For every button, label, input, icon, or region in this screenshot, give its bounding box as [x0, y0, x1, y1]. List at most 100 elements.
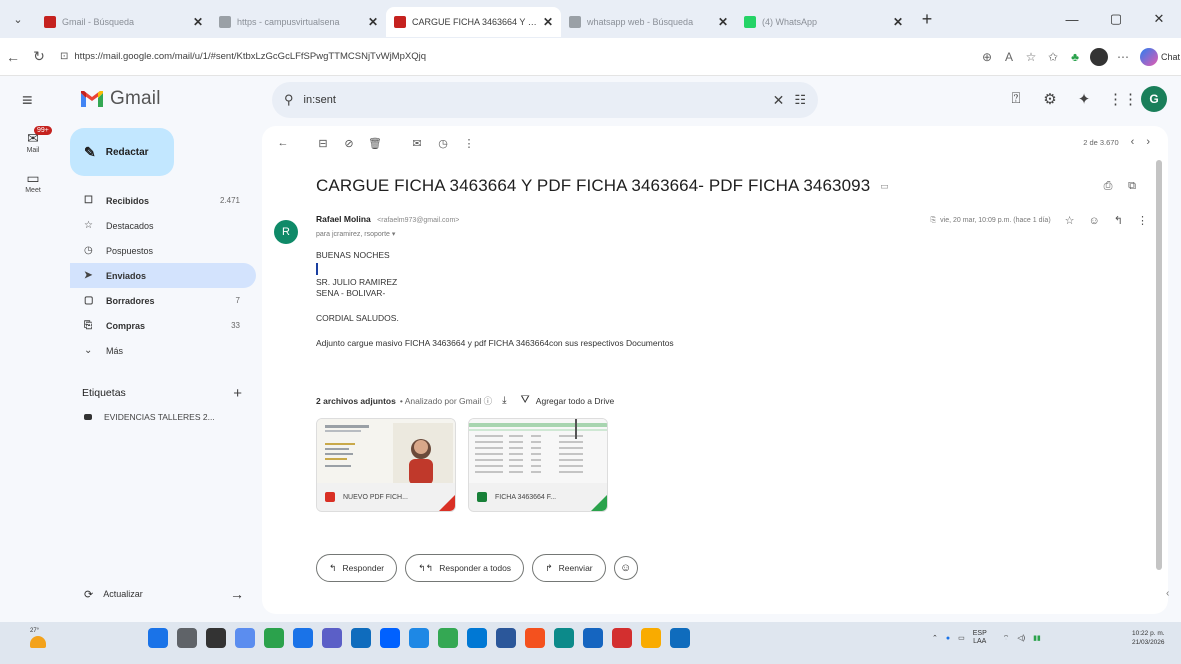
tray-expand-icon[interactable]: ⌃ [932, 634, 938, 642]
delete-icon[interactable]: 🗑︎ [362, 137, 388, 150]
chrome-icon[interactable] [438, 628, 458, 648]
maximize-icon[interactable]: ▢ [1094, 0, 1138, 38]
edge-icon[interactable] [554, 628, 574, 648]
search-icon[interactable]: ⚲ [284, 92, 294, 108]
rail-item-meet[interactable]: ▭ Meet [0, 170, 66, 194]
emoji-reaction-button[interactable]: ☺ [613, 556, 638, 580]
archive-icon[interactable]: ⊟ [310, 137, 336, 150]
close-tab-icon[interactable]: ✕ [718, 15, 728, 29]
app4-icon[interactable] [612, 628, 632, 648]
sidebar-item-pospuestos[interactable]: ◷ Pospuestos [70, 238, 256, 263]
widgets-icon[interactable] [235, 628, 255, 648]
sidebar-item-recibidos[interactable]: ☐ Recibidos 2.471 [70, 188, 256, 213]
site-info-icon[interactable]: ⊡ [60, 51, 68, 62]
clear-search-icon[interactable]: ✕ [773, 92, 785, 109]
battery-icon[interactable]: ▮▮ [1033, 634, 1041, 642]
profile-avatar[interactable] [1090, 47, 1108, 66]
compose-button[interactable]: ✎ Redactar [70, 128, 174, 176]
file-explorer-icon[interactable] [583, 628, 603, 648]
settings-gear-icon[interactable]: ⚙ [1040, 90, 1060, 108]
more-vert-icon[interactable]: ⋮ [1137, 214, 1148, 227]
refresh-inbox[interactable]: ⟳ Actualizar → [84, 586, 244, 602]
outlook-icon[interactable] [351, 628, 371, 648]
message-scrollbar[interactable] [1156, 160, 1162, 570]
arrow-right-icon[interactable]: → [230, 586, 244, 602]
app3-icon[interactable] [525, 628, 545, 648]
language-indicator[interactable]: ESP LAA [973, 630, 995, 647]
minimize-icon[interactable]: — [1050, 0, 1094, 38]
sidebar-item-ms[interactable]: ⌄ Más [70, 338, 256, 363]
star-icon[interactable]: ☆ [1065, 214, 1075, 227]
tray-app-icon[interactable]: ● [946, 635, 950, 642]
teams-icon[interactable] [322, 628, 342, 648]
reply-icon[interactable]: ↰ [1114, 214, 1123, 227]
attachment-card[interactable]: FICHA 3463664 F... [468, 418, 608, 512]
browser-tab[interactable]: whatsapp web - Búsqueda ✕ [561, 7, 736, 37]
new-tab-button[interactable]: + [915, 9, 939, 30]
more-actions-icon[interactable]: ⋮ [456, 137, 482, 150]
search-input[interactable] [303, 94, 763, 106]
side-panel-toggle-icon[interactable]: ‹ [1166, 588, 1169, 599]
label-item[interactable]: EVIDENCIAS TALLERES 2... [70, 405, 256, 429]
tab-list-chevron-icon[interactable]: ⌄ [0, 0, 36, 38]
store-icon[interactable] [467, 628, 487, 648]
more-options-icon[interactable]: ⋯ [1112, 50, 1134, 64]
add-to-drive-label[interactable]: Agregar todo a Drive [536, 396, 614, 406]
app-icon[interactable] [264, 628, 284, 648]
browser-tab[interactable]: https - campusvirtualsena ✕ [211, 7, 386, 37]
close-tab-icon[interactable]: ✕ [368, 15, 378, 29]
extension-icon[interactable]: ♣ [1064, 50, 1086, 64]
print-icon[interactable]: ⎙ [1096, 180, 1120, 193]
add-label-icon[interactable]: + [233, 385, 242, 402]
search-icon[interactable] [177, 628, 197, 648]
gmail-logo[interactable]: Gmail [80, 88, 161, 110]
open-new-window-icon[interactable]: ⧉ [1120, 180, 1144, 193]
favorites-bar-icon[interactable]: ✩ [1042, 50, 1064, 64]
close-tab-icon[interactable]: ✕ [543, 15, 553, 29]
browser-tab[interactable]: (4) WhatsApp ✕ [736, 7, 911, 37]
favorite-icon[interactable]: ☆ [1020, 50, 1042, 64]
tray-storage-icon[interactable]: ▭ [958, 634, 965, 642]
close-window-icon[interactable]: ✕ [1137, 0, 1181, 38]
recipients-line[interactable]: para jcramirez, rsoporte ▾ [316, 230, 395, 238]
older-chevron-icon[interactable]: › [1146, 136, 1150, 148]
close-tab-icon[interactable]: ✕ [893, 15, 903, 29]
photos-icon[interactable] [293, 628, 313, 648]
snooze-icon[interactable]: ◷ [430, 137, 456, 150]
folder-icon[interactable] [641, 628, 661, 648]
download-all-icon[interactable]: ⤓ [502, 395, 506, 406]
windows-start-icon[interactable] [148, 628, 168, 648]
volume-icon[interactable]: ◁) [1017, 634, 1025, 642]
drive-add-icon[interactable]: ⛛ [521, 394, 530, 407]
gemini-icon[interactable]: ✦ [1074, 90, 1094, 108]
report-spam-icon[interactable]: ⊘ [336, 137, 362, 150]
sidebar-item-compras[interactable]: ⎘ Compras 33 [70, 313, 256, 338]
copilot-chat-button[interactable]: Chat [1140, 47, 1180, 66]
app2-icon[interactable] [409, 628, 429, 648]
wifi-icon[interactable]: ⌔ [1003, 634, 1010, 643]
reply-button[interactable]: ↰ Responder [316, 554, 398, 582]
browser-tab[interactable]: Gmail - Búsqueda ✕ [36, 7, 211, 37]
help-icon[interactable]: ⍰ [1006, 90, 1026, 107]
sender-name[interactable]: Rafael Molina [316, 214, 371, 224]
task-view-icon[interactable] [206, 628, 226, 648]
label-tag-icon[interactable]: ▭ [880, 181, 889, 192]
url-field[interactable]: ⊡ https://mail.google.com/mail/u/1/#sent… [60, 51, 880, 62]
read-aloud-icon[interactable]: A [998, 50, 1020, 64]
emoji-react-icon[interactable]: ☺ [1089, 215, 1100, 227]
browser-tab[interactable]: CARGUE FICHA 3463664 Y PDF ✕ [386, 7, 561, 37]
forward-button[interactable]: ↱ Reenviar [532, 554, 606, 582]
search-filters-icon[interactable]: ☷ [794, 92, 806, 108]
back-icon[interactable]: ← [0, 49, 26, 65]
weather-widget[interactable]: 27° [30, 628, 46, 648]
outlook2-icon[interactable] [670, 628, 690, 648]
sidebar-item-destacados[interactable]: ☆ Destacados [70, 213, 256, 238]
mark-unread-icon[interactable]: ✉ [404, 137, 430, 150]
main-menu-icon[interactable]: ≡ [22, 90, 33, 111]
apps-grid-icon[interactable]: ⋮⋮ [1108, 90, 1138, 108]
zoom-icon[interactable]: ⊕ [976, 50, 998, 64]
reply-all-button[interactable]: ↰↰ Responder a todos [405, 554, 525, 582]
sidebar-item-enviados[interactable]: ➤ Enviados [70, 263, 256, 288]
sidebar-item-borradores[interactable]: ▢ Borradores 7 [70, 288, 256, 313]
attachment-card[interactable]: NUEVO PDF FICH... [316, 418, 456, 512]
